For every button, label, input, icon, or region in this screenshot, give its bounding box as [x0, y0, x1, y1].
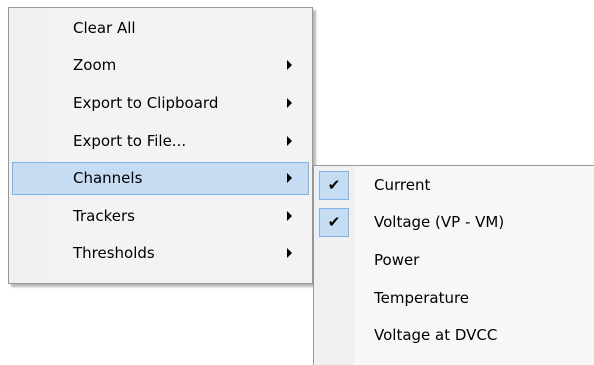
- menu-item-label: Export to Clipboard: [73, 94, 219, 112]
- submenu-arrow-icon: [287, 136, 292, 146]
- menu-item-channels[interactable]: Channels: [12, 162, 309, 195]
- submenu-item-label: Power: [374, 251, 420, 269]
- menu-item-zoom[interactable]: Zoom: [12, 49, 309, 82]
- submenu-arrow-icon: [287, 60, 292, 70]
- menu-item-trackers[interactable]: Trackers: [12, 200, 309, 233]
- menu-item-label: Trackers: [73, 207, 135, 225]
- submenu-item-label: Voltage at DVCC: [374, 326, 498, 344]
- submenu-arrow-icon: [287, 211, 292, 221]
- menu-item-export-to-file[interactable]: Export to File...: [12, 125, 309, 158]
- checkmark-icon: ✔: [319, 208, 349, 237]
- submenu-item-label: Current: [374, 176, 431, 194]
- menu-item-label: Thresholds: [73, 244, 155, 262]
- submenu-item-current[interactable]: ✔ Current: [316, 168, 594, 201]
- submenu-arrow-icon: [287, 248, 292, 258]
- submenu-arrow-icon: [287, 98, 292, 108]
- submenu-item-label: Voltage (VP - VM): [374, 213, 505, 231]
- submenu-arrow-icon: [287, 173, 292, 183]
- channels-submenu: ✔ Current ✔ Voltage (VP - VM) Power Temp…: [313, 165, 594, 365]
- submenu-item-voltage-vp-vm[interactable]: ✔ Voltage (VP - VM): [316, 205, 594, 238]
- menu-item-thresholds[interactable]: Thresholds: [12, 237, 309, 270]
- menu-item-label: Export to File...: [73, 132, 187, 150]
- menu-item-export-to-clipboard[interactable]: Export to Clipboard: [12, 87, 309, 120]
- menu-item-label: Clear All: [73, 19, 136, 37]
- menu-item-label: Zoom: [73, 56, 117, 74]
- submenu-item-temperature[interactable]: Temperature: [316, 281, 594, 314]
- submenu-item-power[interactable]: Power: [316, 243, 594, 276]
- context-menu: Clear All Zoom Export to Clipboard Expor…: [8, 7, 313, 284]
- checkmark-icon: ✔: [319, 171, 349, 200]
- submenu-item-label: Temperature: [374, 289, 470, 307]
- menu-item-label: Channels: [73, 169, 143, 187]
- menu-item-clear-all[interactable]: Clear All: [12, 12, 309, 45]
- submenu-item-voltage-at-dvcc[interactable]: Voltage at DVCC: [316, 318, 594, 351]
